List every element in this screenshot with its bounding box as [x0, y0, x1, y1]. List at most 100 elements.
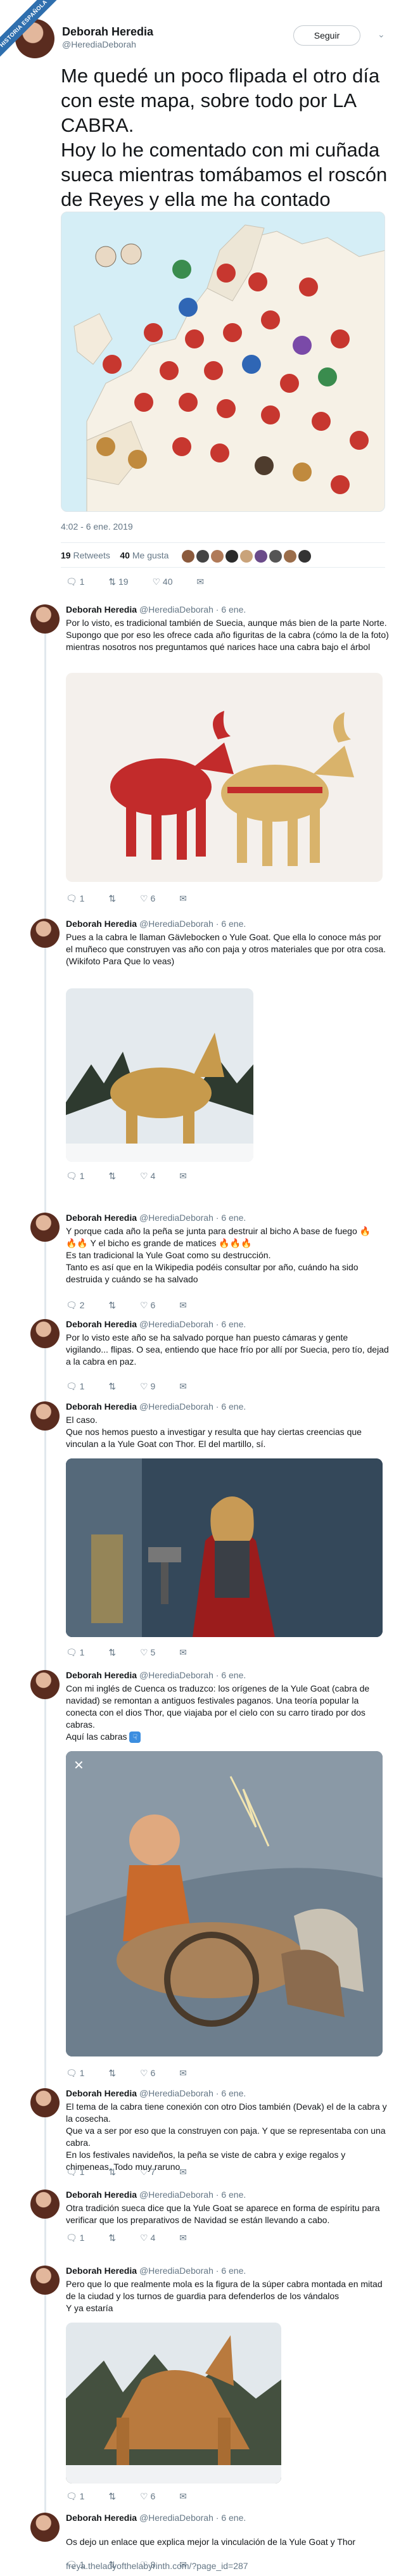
reply-icon[interactable]: 🗨 2: [66, 1300, 84, 1311]
share-icon[interactable]: ✉: [179, 2560, 187, 2570]
share-icon[interactable]: ✉: [179, 893, 187, 904]
retweet-icon[interactable]: ⇅: [108, 1171, 116, 1182]
avatar[interactable]: [30, 2513, 60, 2542]
reply-name: Deborah Heredia: [66, 1401, 137, 1412]
reply-author[interactable]: Deborah Heredia @HerediaDeborah · 6 ene.: [66, 1670, 246, 1680]
reply-icon[interactable]: 🗨 1: [66, 2560, 84, 2570]
reply-author[interactable]: Deborah Heredia @HerediaDeborah · 6 ene.: [66, 2513, 246, 2523]
retweet-icon[interactable]: ⇅: [108, 2491, 116, 2502]
follow-button[interactable]: Seguir: [293, 25, 360, 46]
avatar[interactable]: [30, 1401, 60, 1431]
heart-icon[interactable]: ♡ 4: [140, 2233, 155, 2243]
heart-icon[interactable]: ♡ 7: [140, 2167, 155, 2177]
goat-figures: [110, 711, 354, 866]
author-handle[interactable]: @HerediaDeborah: [62, 39, 136, 49]
retweet-icon[interactable]: ⇅: [108, 1381, 116, 1392]
heart-icon[interactable]: ♡ 8: [140, 2560, 155, 2570]
share-icon[interactable]: ✉: [179, 1171, 187, 1182]
avatar[interactable]: [30, 1213, 60, 1242]
like-count[interactable]: 40: [120, 551, 130, 561]
thor-image[interactable]: [66, 1458, 383, 1637]
retweet-icon[interactable]: ⇅ 19: [108, 577, 128, 587]
reply-icon[interactable]: 🗨 1: [66, 1647, 84, 1658]
reply-count: 1: [79, 1171, 85, 1181]
heart-icon[interactable]: ♡ 6: [140, 893, 155, 904]
straw-goat-image[interactable]: [66, 673, 383, 882]
thor-chariot-image[interactable]: ✕: [66, 1751, 383, 2056]
reply-author[interactable]: Deborah Heredia @HerediaDeborah · 6 ene.: [66, 2190, 246, 2200]
reply-author[interactable]: Deborah Heredia @HerediaDeborah · 6 ene.: [66, 1213, 246, 1223]
avatar[interactable]: [30, 1319, 60, 1348]
heart-icon[interactable]: ♡ 6: [140, 1300, 155, 1311]
retweets-label[interactable]: Retweets: [73, 551, 110, 561]
close-icon[interactable]: ✕: [73, 1757, 84, 1773]
avatar[interactable]: [269, 550, 283, 563]
gavle-goat-image[interactable]: [66, 988, 253, 1162]
reply-icon[interactable]: 🗨 1: [66, 1171, 84, 1182]
reply-icon[interactable]: 🗨 1: [66, 1381, 84, 1392]
avatar[interactable]: [226, 550, 239, 563]
share-icon[interactable]: ✉: [179, 1381, 187, 1392]
avatar[interactable]: [284, 550, 297, 563]
retweet-icon[interactable]: ⇅: [108, 893, 116, 904]
reply-icon[interactable]: 🗨 1: [66, 2233, 84, 2243]
avatar[interactable]: [30, 2190, 60, 2219]
reply-icon[interactable]: 🗨 1: [66, 2167, 84, 2177]
retweet-icon[interactable]: ⇅: [108, 2167, 116, 2177]
author-name[interactable]: Deborah Heredia: [62, 25, 153, 39]
reply-icon[interactable]: 🗨 1: [66, 893, 84, 904]
retweet-icon[interactable]: ⇅: [108, 1300, 116, 1311]
reply-name: Deborah Heredia: [66, 1670, 137, 1680]
reply-icon[interactable]: 🗨 1: [66, 577, 84, 587]
heart-icon[interactable]: ♡ 4: [140, 1171, 155, 1182]
retweet-icon[interactable]: ⇅: [108, 2233, 116, 2243]
reply-author[interactable]: Deborah Heredia @HerediaDeborah · 6 ene.: [66, 604, 246, 615]
heart-icon[interactable]: ♡ 40: [152, 577, 172, 587]
share-icon[interactable]: ✉: [179, 1647, 187, 1658]
reply-text: Pues a la cabra le llaman Gävlebocken o …: [66, 932, 386, 966]
retweet-icon[interactable]: ⇅: [108, 2068, 116, 2079]
avatar[interactable]: [196, 550, 210, 563]
reply-icon[interactable]: 🗨 1: [66, 2068, 84, 2079]
likes-label[interactable]: Me gusta: [132, 551, 169, 561]
reply-text: Y porque cada año la peña se junta para …: [66, 1226, 371, 1284]
share-icon[interactable]: ✉: [179, 2491, 187, 2502]
avatar[interactable]: [255, 550, 268, 563]
tweet-timestamp[interactable]: 4:02 - 6 ene. 2019: [61, 521, 133, 532]
reply-text: Por lo visto este año se ha salvado porq…: [66, 1332, 389, 1367]
heart-icon[interactable]: ♡ 9: [140, 1381, 155, 1392]
avatar[interactable]: [30, 1670, 60, 1699]
heart-icon[interactable]: ♡ 5: [140, 1647, 155, 1658]
point-down-icon: ☟: [129, 1731, 141, 1744]
reply-icon[interactable]: 🗨 1: [66, 2491, 84, 2502]
avatar[interactable]: [30, 2088, 60, 2117]
share-icon[interactable]: ✉: [179, 2233, 187, 2243]
avatar[interactable]: [211, 550, 224, 563]
share-icon[interactable]: ✉: [179, 2167, 187, 2177]
reply-name: Deborah Heredia: [66, 1319, 137, 1329]
reply-author[interactable]: Deborah Heredia @HerediaDeborah · 6 ene.: [66, 1319, 246, 1329]
europe-map-image[interactable]: [61, 212, 385, 512]
share-icon[interactable]: ✉: [179, 1300, 187, 1311]
avatar[interactable]: [30, 2266, 60, 2295]
retweet-icon[interactable]: ⇅: [108, 1647, 116, 1658]
chevron-down-icon[interactable]: ⌄: [378, 29, 385, 40]
heart-icon[interactable]: ♡ 6: [140, 2068, 155, 2079]
avatar[interactable]: [30, 919, 60, 948]
share-icon[interactable]: ✉: [196, 577, 204, 587]
reply-author[interactable]: Deborah Heredia @HerediaDeborah · 6 ene.: [66, 2088, 246, 2098]
avatar[interactable]: [30, 604, 60, 634]
retweet-count[interactable]: 19: [61, 551, 71, 561]
heart-icon[interactable]: ♡ 6: [140, 2491, 155, 2502]
tweet-body: Me quedé un poco flipada el otro día con…: [61, 65, 388, 235]
reply-author[interactable]: Deborah Heredia @HerediaDeborah · 6 ene.: [66, 919, 246, 929]
share-icon[interactable]: ✉: [179, 2068, 187, 2079]
avatar[interactable]: [298, 550, 312, 563]
city-goat-image[interactable]: [66, 2323, 281, 2484]
avatar[interactable]: [240, 550, 253, 563]
retweet-icon[interactable]: ⇅: [108, 2560, 116, 2570]
reply-author[interactable]: Deborah Heredia @HerediaDeborah · 6 ene.: [66, 1401, 246, 1412]
avatar[interactable]: [182, 550, 195, 563]
reply-author[interactable]: Deborah Heredia @HerediaDeborah · 6 ene.: [66, 2266, 246, 2276]
reply-text: Por lo visto, es tradicional también de …: [66, 618, 389, 652]
